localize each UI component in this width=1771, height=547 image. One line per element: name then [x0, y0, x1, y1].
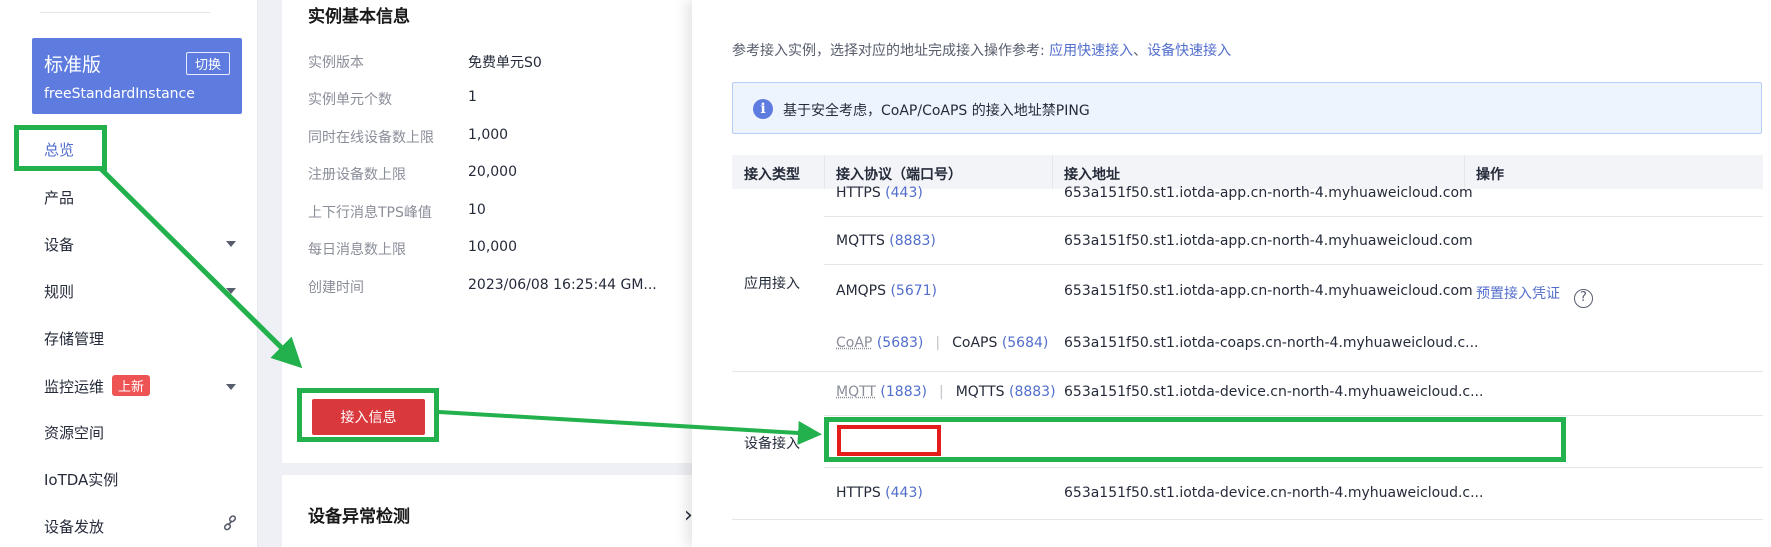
sidebar-item-device-provisioning[interactable]: 设备发放	[44, 516, 104, 537]
table-row: MQTTS (8883)	[836, 233, 936, 249]
protocol: MQTTS	[955, 384, 1005, 400]
highlight-box-red	[837, 425, 941, 456]
sidebar-item-products[interactable]: 产品	[44, 187, 74, 208]
access-address: 653a151f50.st1.iotda-device.cn-north-4.m…	[1064, 485, 1484, 501]
info-key: 实例版本	[308, 55, 364, 71]
divider	[732, 371, 1763, 372]
info-value: 1,000	[468, 127, 509, 143]
chevron-down-icon[interactable]	[226, 384, 236, 390]
info-key: 注册设备数上限	[308, 167, 406, 183]
column-header: 接入地址	[1064, 167, 1120, 183]
column-header: 操作	[1476, 167, 1504, 183]
info-key: 创建时间	[308, 280, 364, 296]
group-label-app-access: 应用接入	[744, 276, 800, 292]
section-title: 设备异常检测	[308, 507, 410, 527]
divider	[824, 216, 1763, 217]
info-key: 上下行消息TPS峰值	[308, 205, 432, 221]
notice-text: 基于安全考虑，CoAP/CoAPS 的接入地址禁PING	[783, 103, 1090, 119]
protocol: CoAPS	[952, 335, 998, 351]
divider: |	[938, 384, 944, 400]
sidebar-item-iotda-instances[interactable]: IoTDA实例	[44, 469, 118, 490]
app-quick-access-link[interactable]: 应用快速接入	[1049, 43, 1133, 59]
divider	[824, 415, 1763, 416]
divider	[824, 155, 825, 189]
sidebar-item-rules[interactable]: 规则	[44, 281, 74, 302]
port: (443)	[885, 485, 923, 501]
table-row: MQTT (1883) | MQTTS (8883)	[836, 384, 1056, 400]
highlight-box	[297, 388, 439, 442]
info-value: 免费单元S0	[468, 55, 542, 71]
sidebar-item-devices[interactable]: 设备	[44, 234, 74, 255]
info-value: 2023/06/08 16:25:44 GM...	[468, 277, 657, 293]
table-row: HTTPS (443)	[836, 185, 923, 201]
link-icon	[223, 515, 237, 531]
group-label-device-access: 设备接入	[744, 436, 800, 452]
port: (8883)	[1009, 384, 1056, 400]
instance-name: freeStandardInstance	[44, 86, 195, 102]
protocol: HTTPS	[836, 485, 881, 501]
edition-title: 标准版	[44, 54, 102, 76]
new-badge: 上新	[112, 375, 151, 396]
divider	[1052, 155, 1053, 189]
info-key: 同时在线设备数上限	[308, 130, 434, 146]
preset-credentials-link[interactable]: 预置接入凭证	[1476, 286, 1560, 302]
protocol[interactable]: MQTT	[836, 384, 876, 400]
table-header: 接入类型 接入协议（端口号） 接入地址 操作	[732, 155, 1763, 189]
column-header: 接入协议（端口号）	[836, 167, 962, 183]
help-icon[interactable]: ?	[1574, 289, 1593, 308]
sidebar-item-monitoring[interactable]: 监控运维 上新	[44, 375, 151, 397]
access-info-drawer: 参考接入实例，选择对应的地址完成接入操作参考: 应用快速接入、设备快速接入 i …	[692, 0, 1771, 547]
protocol: AMQPS	[836, 283, 887, 299]
separator: 、	[1133, 43, 1148, 59]
chevron-down-icon[interactable]	[226, 241, 236, 247]
port: (8883)	[889, 233, 936, 249]
info-value: 10	[468, 202, 486, 218]
access-address: 653a151f50.st1.iotda-app.cn-north-4.myhu…	[1064, 233, 1473, 249]
port: (1883)	[880, 384, 927, 400]
reference-text: 参考接入实例，选择对应的地址完成接入操作参考: 应用快速接入、设备快速接入	[732, 40, 1231, 60]
reference-label: 参考接入实例，选择对应的地址完成接入操作参考:	[732, 43, 1050, 59]
port: (443)	[885, 185, 923, 201]
protocol[interactable]: CoAP	[836, 335, 872, 351]
info-icon: i	[753, 99, 773, 119]
divider	[824, 467, 1763, 468]
action-cell: 预置接入凭证?	[1476, 283, 1593, 308]
info-value: 1	[468, 89, 477, 105]
info-value: 20,000	[468, 164, 517, 180]
edition-card: 标准版 切换 freeStandardInstance	[32, 38, 242, 114]
column-header: 接入类型	[744, 167, 800, 183]
divider	[1464, 155, 1465, 189]
section-title: 实例基本信息	[308, 7, 410, 27]
switch-edition-button[interactable]: 切换	[185, 52, 230, 75]
divider	[824, 264, 1763, 265]
port: (5684)	[1001, 335, 1049, 351]
port: (5671)	[890, 283, 938, 299]
sidebar: 标准版 切换 freeStandardInstance 总览 产品 设备 规则 …	[0, 0, 258, 547]
chevron-down-icon[interactable]	[226, 288, 236, 294]
highlight-box	[14, 125, 107, 171]
protocol: MQTTS	[836, 233, 885, 249]
table-row: AMQPS (5671)	[836, 283, 937, 299]
table-row: HTTPS (443)	[836, 485, 923, 501]
security-notice: i 基于安全考虑，CoAP/CoAPS 的接入地址禁PING	[732, 82, 1762, 134]
protocol: HTTPS	[836, 185, 881, 201]
divider	[40, 12, 210, 13]
port: (5683)	[876, 335, 924, 351]
info-key: 每日消息数上限	[308, 242, 406, 258]
sidebar-item-label: 监控运维	[44, 378, 105, 396]
info-value: 10,000	[468, 239, 517, 255]
table-row: CoAP (5683) | CoAPS (5684)	[836, 335, 1048, 351]
access-address: 653a151f50.st1.iotda-app.cn-north-4.myhu…	[1064, 283, 1473, 299]
access-address: 653a151f50.st1.iotda-coaps.cn-north-4.my…	[1064, 335, 1479, 351]
sidebar-item-storage[interactable]: 存储管理	[44, 328, 104, 349]
divider: |	[935, 335, 941, 351]
divider	[732, 519, 1763, 520]
device-quick-access-link[interactable]: 设备快速接入	[1147, 43, 1231, 59]
info-key: 实例单元个数	[308, 92, 392, 108]
access-address: 653a151f50.st1.iotda-device.cn-north-4.m…	[1064, 384, 1484, 400]
sidebar-item-resource-space[interactable]: 资源空间	[44, 422, 104, 443]
access-address: 653a151f50.st1.iotda-app.cn-north-4.myhu…	[1064, 185, 1473, 201]
anomaly-detection-card[interactable]: 设备异常检测	[282, 475, 692, 547]
